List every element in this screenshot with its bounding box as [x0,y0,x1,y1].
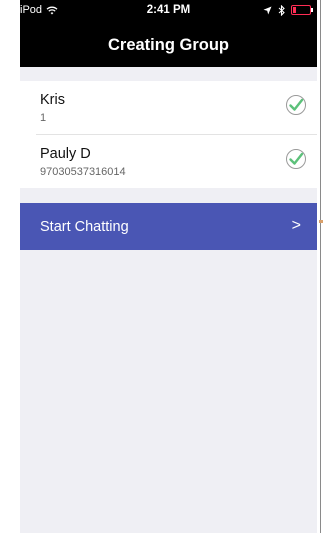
contact-list: Kris 1 Pauly D 97030537316014 [20,81,317,188]
contact-name: Pauly D [40,146,91,162]
battery-icon [291,5,313,15]
list-item[interactable]: Kris 1 [20,81,317,134]
start-chatting-button[interactable]: Start Chatting > [20,203,317,250]
contact-name: Kris [40,92,65,108]
edge-line [320,0,321,533]
app-screen: iPod 2:41 PM Creating Group Kris 1 Pauly… [20,0,317,533]
start-chatting-label: Start Chatting [40,218,129,235]
contact-detail: 1 [40,112,47,124]
list-item[interactable]: Pauly D 97030537316014 [20,135,317,188]
status-bar: iPod 2:41 PM [20,0,317,20]
status-time: 2:41 PM [146,4,191,16]
chevron-right-icon: > [291,217,301,234]
edge-marker [319,220,323,223]
check-circle-icon[interactable] [285,148,307,170]
page-title: Creating Group [107,36,229,54]
check-circle-icon[interactable] [285,94,307,116]
contact-detail: 97030537316014 [40,166,126,178]
top-bar: iPod 2:41 PM Creating Group [20,0,317,67]
